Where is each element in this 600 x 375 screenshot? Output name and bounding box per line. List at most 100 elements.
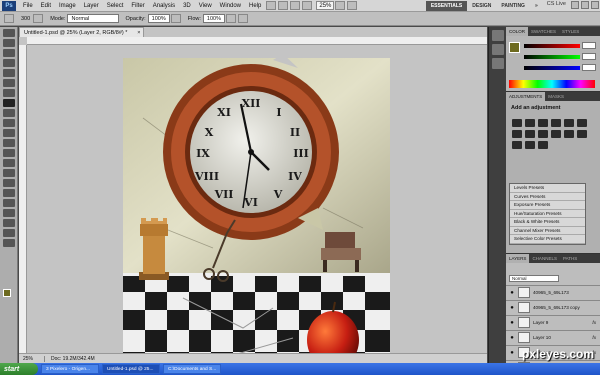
actions-panel-icon[interactable]	[491, 44, 504, 55]
move-tool-icon[interactable]	[2, 29, 15, 37]
red-value[interactable]	[582, 42, 596, 49]
layer-row[interactable]: ● 40965_5_69L173 copy	[506, 300, 600, 314]
preset-exposure[interactable]: Exposure Presets	[510, 201, 585, 210]
3d-rotate-tool-icon[interactable]	[2, 209, 15, 217]
visibility-eye-icon[interactable]: ●	[508, 304, 516, 312]
workspace-essentials[interactable]: ESSENTIALS	[425, 0, 468, 11]
red-slider[interactable]	[524, 44, 580, 48]
flow-field[interactable]: 100%	[202, 14, 225, 23]
close-icon[interactable]	[591, 0, 599, 9]
history-panel-icon[interactable]	[491, 30, 504, 41]
zoom-tool-icon[interactable]	[302, 1, 313, 10]
tab-color[interactable]: COLOR	[506, 27, 529, 36]
gradient-map-icon[interactable]	[525, 141, 535, 149]
posterize-icon[interactable]	[577, 130, 587, 138]
dodge-tool-icon[interactable]	[2, 159, 15, 167]
menu-filter[interactable]: Filter	[127, 3, 148, 9]
brightness-contrast-icon[interactable]	[512, 119, 522, 127]
canvas-artwork[interactable]: XII I II III IV V VI VII VIII IX X XI	[123, 58, 390, 371]
menu-select[interactable]: Select	[103, 3, 128, 9]
tab-swatches[interactable]: SWATCHES	[528, 27, 559, 36]
menu-view[interactable]: View	[195, 3, 216, 9]
color-spectrum-bar[interactable]	[509, 80, 595, 88]
menu-edit[interactable]: Edit	[37, 3, 55, 9]
blue-value[interactable]	[582, 64, 596, 71]
green-slider[interactable]	[524, 55, 580, 59]
opacity-field[interactable]: 100%	[147, 14, 170, 23]
mode-select[interactable]: Normal	[67, 14, 120, 23]
preset-black-white[interactable]: Black & White Presets	[510, 218, 585, 227]
cs-live-button[interactable]: CS Live	[543, 1, 570, 11]
tab-channels[interactable]: CHANNELS	[529, 254, 560, 263]
history-brush-tool-icon[interactable]	[2, 119, 15, 127]
status-zoom-field[interactable]: 25%	[19, 355, 45, 362]
type-tool-icon[interactable]	[2, 179, 15, 187]
vibrance-icon[interactable]	[564, 119, 574, 127]
invert-icon[interactable]	[564, 130, 574, 138]
menu-window[interactable]: Window	[216, 3, 245, 9]
black-white-icon[interactable]	[525, 130, 535, 138]
threshold-icon[interactable]	[512, 141, 522, 149]
workspace-painting[interactable]: PAINTING	[496, 1, 530, 11]
brush-tool-icon[interactable]	[4, 14, 14, 23]
brush-size[interactable]: 300	[21, 16, 30, 22]
visibility-eye-icon[interactable]: ●	[508, 334, 516, 342]
airbrush-icon[interactable]	[225, 14, 236, 23]
photo-filter-icon[interactable]	[538, 130, 548, 138]
visibility-eye-icon[interactable]: ●	[508, 349, 516, 357]
menu-help[interactable]: Help	[245, 3, 265, 9]
color-panel-foreground-swatch[interactable]	[509, 42, 520, 53]
hue-saturation-icon[interactable]	[577, 119, 587, 127]
maximize-icon[interactable]	[581, 0, 589, 9]
curves-icon[interactable]	[538, 119, 548, 127]
tab-layers[interactable]: LAYERS	[506, 254, 530, 263]
tab-masks[interactable]: MASKS	[545, 92, 567, 101]
arrange-documents-icon[interactable]	[335, 1, 346, 10]
workspace-design[interactable]: DESIGN	[467, 1, 496, 11]
brush-panel-icon[interactable]	[33, 14, 44, 23]
menu-analysis[interactable]: Analysis	[149, 3, 179, 9]
mini-bridge-icon[interactable]	[278, 1, 289, 10]
eraser-tool-icon[interactable]	[2, 129, 15, 137]
preset-curves[interactable]: Curves Presets	[510, 193, 585, 201]
clone-stamp-tool-icon[interactable]	[2, 109, 15, 117]
menu-layer[interactable]: Layer	[80, 3, 103, 9]
size-pressure-icon[interactable]	[237, 14, 248, 23]
exposure-icon[interactable]	[551, 119, 561, 127]
layer-row[interactable]: ● Layer 9 fx	[506, 315, 600, 329]
preset-channel-mixer[interactable]: Channel Mixer Presets	[510, 227, 585, 235]
quick-select-tool-icon[interactable]	[2, 59, 15, 67]
layer-fx-icon[interactable]: fx	[592, 335, 596, 340]
hand-tool-icon-toolbar[interactable]	[2, 229, 15, 237]
menu-image[interactable]: Image	[55, 3, 80, 9]
zoom-tool-icon-toolbar[interactable]	[2, 239, 15, 247]
taskbar-item[interactable]: C:\Documents and S...	[163, 364, 221, 374]
selective-color-icon[interactable]	[538, 141, 548, 149]
preset-levels[interactable]: Levels Presets	[510, 184, 585, 193]
gradient-tool-icon[interactable]	[2, 139, 15, 147]
minimize-icon[interactable]	[571, 0, 579, 9]
tab-paths[interactable]: PATHS	[560, 254, 580, 263]
preset-hue-saturation[interactable]: Hue/Saturation Presets	[510, 210, 585, 218]
character-panel-icon[interactable]	[491, 58, 504, 69]
document-size-info[interactable]: Doc: 19.2M/342.4M	[45, 356, 101, 362]
pen-tool-icon[interactable]	[2, 169, 15, 177]
tab-styles[interactable]: STYLES	[559, 27, 582, 36]
layer-row[interactable]: ● 40965_5_69L173	[506, 285, 600, 299]
menu-3d[interactable]: 3D	[179, 3, 195, 9]
menu-file[interactable]: File	[19, 3, 37, 9]
eyedropper-tool-icon[interactable]	[2, 79, 15, 87]
blur-tool-icon[interactable]	[2, 149, 15, 157]
path-select-tool-icon[interactable]	[2, 189, 15, 197]
brush-tool-icon-selected[interactable]	[2, 99, 15, 107]
ruler-vertical[interactable]	[19, 45, 27, 353]
channel-mixer-icon[interactable]	[551, 130, 561, 138]
bridge-icon[interactable]	[266, 1, 277, 10]
layer-row[interactable]: ● Layer 10 fx	[506, 330, 600, 344]
visibility-eye-icon[interactable]: ●	[508, 289, 516, 297]
3d-camera-tool-icon[interactable]	[2, 219, 15, 227]
foreground-color-swatch[interactable]	[3, 289, 11, 297]
blue-slider[interactable]	[524, 66, 580, 70]
blend-mode-select[interactable]: Normal	[509, 275, 559, 282]
taskbar-item[interactable]: Untitled-1.psd @ 25...	[102, 364, 160, 374]
